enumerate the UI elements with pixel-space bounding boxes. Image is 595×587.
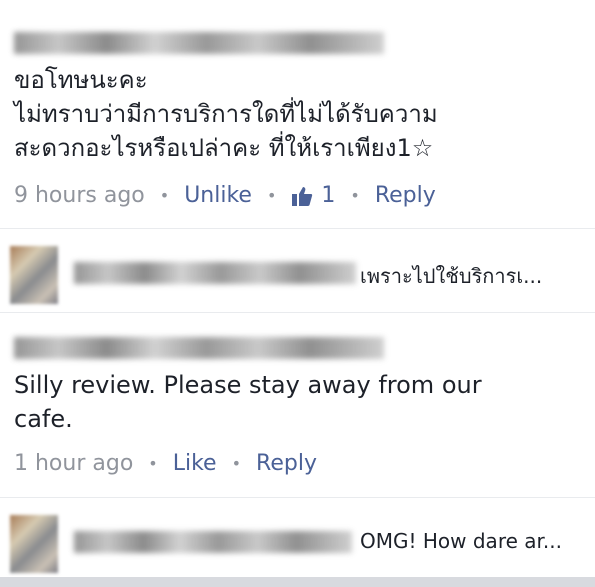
comment-meta: 9 hours ago • Unlike • 1 • Reply — [14, 183, 436, 208]
reply-button[interactable]: Reply — [256, 451, 317, 476]
commenter-name-blurred — [14, 337, 384, 359]
reply-preview[interactable]: เพราะไปใช้บริการเ... — [360, 260, 542, 292]
comment-line: ขอโทษนะคะ — [14, 66, 148, 94]
comment-body: ขอโทษนะคะ ไม่ทราบว่ามีการบริการใดที่ไม่ไ… — [14, 63, 438, 165]
avatar[interactable] — [10, 515, 58, 573]
comment-line: cafe. — [14, 405, 73, 433]
reply-preview[interactable]: OMG! How dare ar... — [360, 529, 562, 553]
like-count[interactable]: 1 — [321, 183, 335, 208]
thumbs-up-icon — [291, 185, 313, 207]
unlike-button[interactable]: Unlike — [184, 183, 252, 208]
divider — [0, 497, 595, 498]
avatar[interactable] — [10, 246, 58, 304]
comment-body: Silly review. Please stay away from our … — [14, 368, 482, 436]
like-button[interactable]: Like — [173, 451, 217, 476]
divider — [0, 228, 595, 229]
separator-dot: • — [350, 186, 360, 205]
divider — [0, 312, 595, 313]
comment-line: สะดวกอะไรหรือเปล่าคะ ที่ให้เราเพียง1☆ — [14, 134, 434, 162]
timestamp: 1 hour ago — [14, 451, 134, 476]
comment-line: ไม่ทราบว่ามีการบริการใดที่ไม่ได้รับความ — [14, 100, 438, 128]
comment-line: Silly review. Please stay away from our — [14, 371, 482, 399]
replier-name-blurred — [74, 262, 356, 284]
separator-dot: • — [159, 186, 170, 205]
separator-dot: • — [266, 186, 277, 205]
commenter-name-blurred — [14, 32, 384, 54]
bottom-bar — [0, 577, 595, 587]
separator-dot: • — [231, 454, 242, 473]
separator-dot: • — [148, 454, 158, 473]
reply-button[interactable]: Reply — [375, 183, 436, 208]
timestamp: 9 hours ago — [14, 183, 145, 208]
comment-meta: 1 hour ago • Like • Reply — [14, 451, 317, 476]
replier-name-blurred — [74, 531, 352, 553]
